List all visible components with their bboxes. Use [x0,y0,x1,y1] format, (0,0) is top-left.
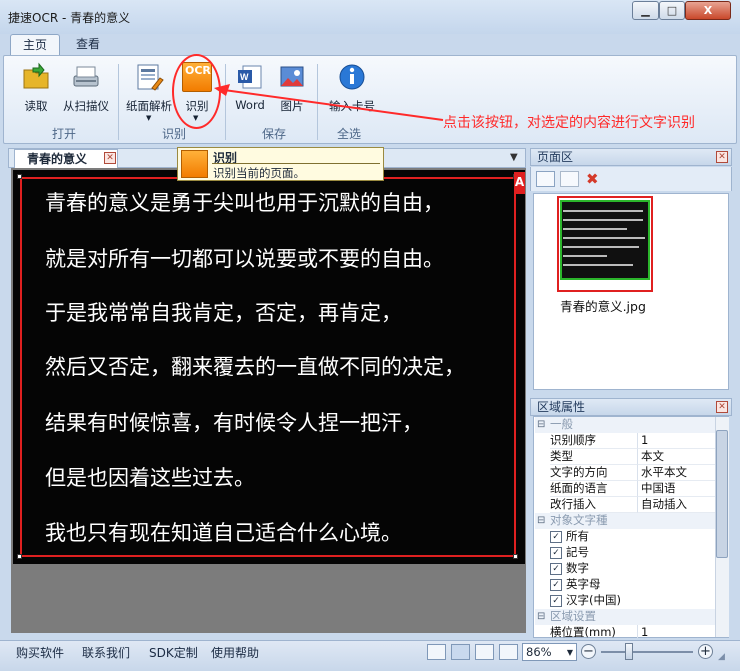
checkbox-checked-icon[interactable]: ✓ [550,547,562,559]
list-view-icon[interactable] [560,171,579,187]
ribbon-tab-bar: 主页 查看 [0,34,740,56]
zoom-slider-track[interactable] [601,651,693,653]
checkbox-checked-icon[interactable]: ✓ [550,563,562,575]
thumbnail-text-line [563,255,607,257]
document-tab-close-icon[interactable]: ✕ [104,152,116,164]
tooltip-description: 识别当前的页面。 [213,166,305,180]
char-type-option[interactable]: ✓ 所有 [535,529,715,545]
folder-icon [23,62,49,89]
page-panel-close-icon[interactable]: ✕ [716,151,728,163]
view-mode-3-icon[interactable] [475,644,494,660]
document-line: 于是我常常自我肯定，否定，再肯定， [45,301,402,325]
thumbnail-text-line [563,237,645,239]
checkbox-checked-icon[interactable]: ✓ [550,531,562,543]
view-mode-4-icon[interactable] [499,644,518,660]
document-line: 结果有时候惊喜，有时候令人捏一把汗， [45,411,423,435]
group-open-label: 打开 [51,127,76,141]
chevron-down-icon: ▼ [566,648,573,657]
zoom-out-button[interactable]: − [581,644,596,659]
maximize-button[interactable]: □ [659,1,685,20]
scanner-icon [73,66,99,87]
region-handle[interactable] [17,554,22,559]
checkbox-checked-icon[interactable]: ✓ [550,579,562,591]
thumbnail-text-line [563,219,643,221]
prop-row[interactable]: 改行插入 自动插入 [535,497,721,513]
document-line: 然后又否定，翻来覆去的一直做不同的决定， [45,355,465,379]
prop-row[interactable]: 文字的方向 水平本文 [535,465,721,481]
page-thumbnail-name: 青春的意义.jpg [560,299,646,314]
minimize-icon: ▁ [641,4,650,17]
close-icon: X [703,4,713,17]
analyze-label: 纸面解析 [126,99,172,113]
page-thumbnail [560,200,650,280]
document-line: 就是对所有一切都可以说要或不要的自由。 [45,247,444,271]
document-line: 青春的意义是勇于尖叫也用于沉默的自由， [45,191,444,215]
sdk-custom-link[interactable]: SDK定制 [149,644,198,661]
collapse-icon[interactable]: ⊟ [537,513,545,528]
analyze-dropdown-icon[interactable]: ▼ [146,114,151,122]
thumbnail-text-line [563,210,643,212]
zoom-slider-knob[interactable] [625,643,633,660]
contact-us-link[interactable]: 联系我们 [82,644,130,661]
prop-row[interactable]: 类型 本文 [535,449,721,465]
props-panel-close-icon[interactable]: ✕ [716,401,728,413]
zoom-value: 86% [526,645,552,659]
delete-page-icon[interactable]: ✖ [586,170,599,188]
scan-button[interactable]: 从扫描仪 [58,58,114,122]
prop-category-char-types[interactable]: ⊟ 对象文字種 [535,513,715,529]
checkbox-checked-icon[interactable]: ✓ [550,595,562,607]
collapse-icon[interactable]: ⊟ [537,609,545,624]
thumbnail-text-line [563,228,627,230]
props-panel-header: 区域属性 [530,398,732,416]
region-handle[interactable] [513,554,518,559]
zoom-in-button[interactable]: + [698,644,713,659]
props-scrollbar-thumb[interactable] [716,430,728,558]
prop-row[interactable]: 识别顺序 1 [535,433,721,449]
document-line: 我也只有现在知道自己适合什么心境。 [45,521,402,545]
char-type-option[interactable]: ✓ 汉字(中国) [535,593,715,609]
props-panel-title: 区域属性 [537,400,586,414]
page-analyze-icon [137,64,164,91]
collapse-icon[interactable]: ⊟ [537,417,545,432]
thumbnail-text-line [563,246,639,248]
prop-category-general[interactable]: ⊟ 一般 [535,417,715,433]
window-title: 捷速OCR - 青春的意义 [8,11,131,25]
char-type-option[interactable]: ✓ 記号 [535,545,715,561]
minimize-button[interactable]: ▁ [632,1,659,20]
maximize-icon: □ [666,4,678,17]
region-type-tag: A [514,172,525,194]
read-label: 读取 [24,99,48,113]
tooltip-ocr-icon [181,150,208,178]
thumbnail-text-line [563,264,633,266]
help-link[interactable]: 使用帮助 [211,644,259,661]
region-handle[interactable] [17,174,22,179]
zoom-select[interactable]: 86% ▼ [522,643,577,661]
tab-home[interactable]: 主页 [10,34,60,56]
view-mode-2-icon[interactable] [451,644,470,660]
page-panel-header: 页面区 [530,148,732,166]
prop-row[interactable]: 纸面的语言 中国语 [535,481,721,497]
read-button[interactable]: 读取 [12,58,60,122]
document-line: 但是也因着这些过去。 [45,466,255,490]
char-type-option[interactable]: ✓ 英字母 [535,577,715,593]
document-tab[interactable]: 青春的意义 [14,149,118,168]
prop-row[interactable]: 横位置(mm) 1 [535,625,715,638]
document-tab-label: 青春的意义 [27,152,88,166]
page-panel-title: 页面区 [537,150,574,164]
annotation-arrow [214,84,444,121]
prop-category-region[interactable]: ⊟ 区域设置 [535,609,715,625]
tab-view[interactable]: 查看 [64,34,112,56]
analyze-button[interactable]: 纸面解析 ▼ [122,58,176,122]
ribbon-separator [118,64,119,140]
scan-label: 从扫描仪 [63,99,109,113]
close-button[interactable]: X [685,1,731,20]
view-mode-1-icon[interactable] [427,644,446,660]
resize-grip-icon[interactable]: ◢ [718,652,730,664]
document-list-dropdown-icon[interactable]: ▼ [510,152,518,163]
thumbnail-view-icon[interactable] [536,171,555,187]
buy-software-link[interactable]: 购买软件 [16,644,64,661]
char-type-option[interactable]: ✓ 数字 [535,561,715,577]
annotation-text: 点击该按钮，对选定的内容进行文字识别 [443,115,695,131]
tooltip-divider [212,163,380,164]
